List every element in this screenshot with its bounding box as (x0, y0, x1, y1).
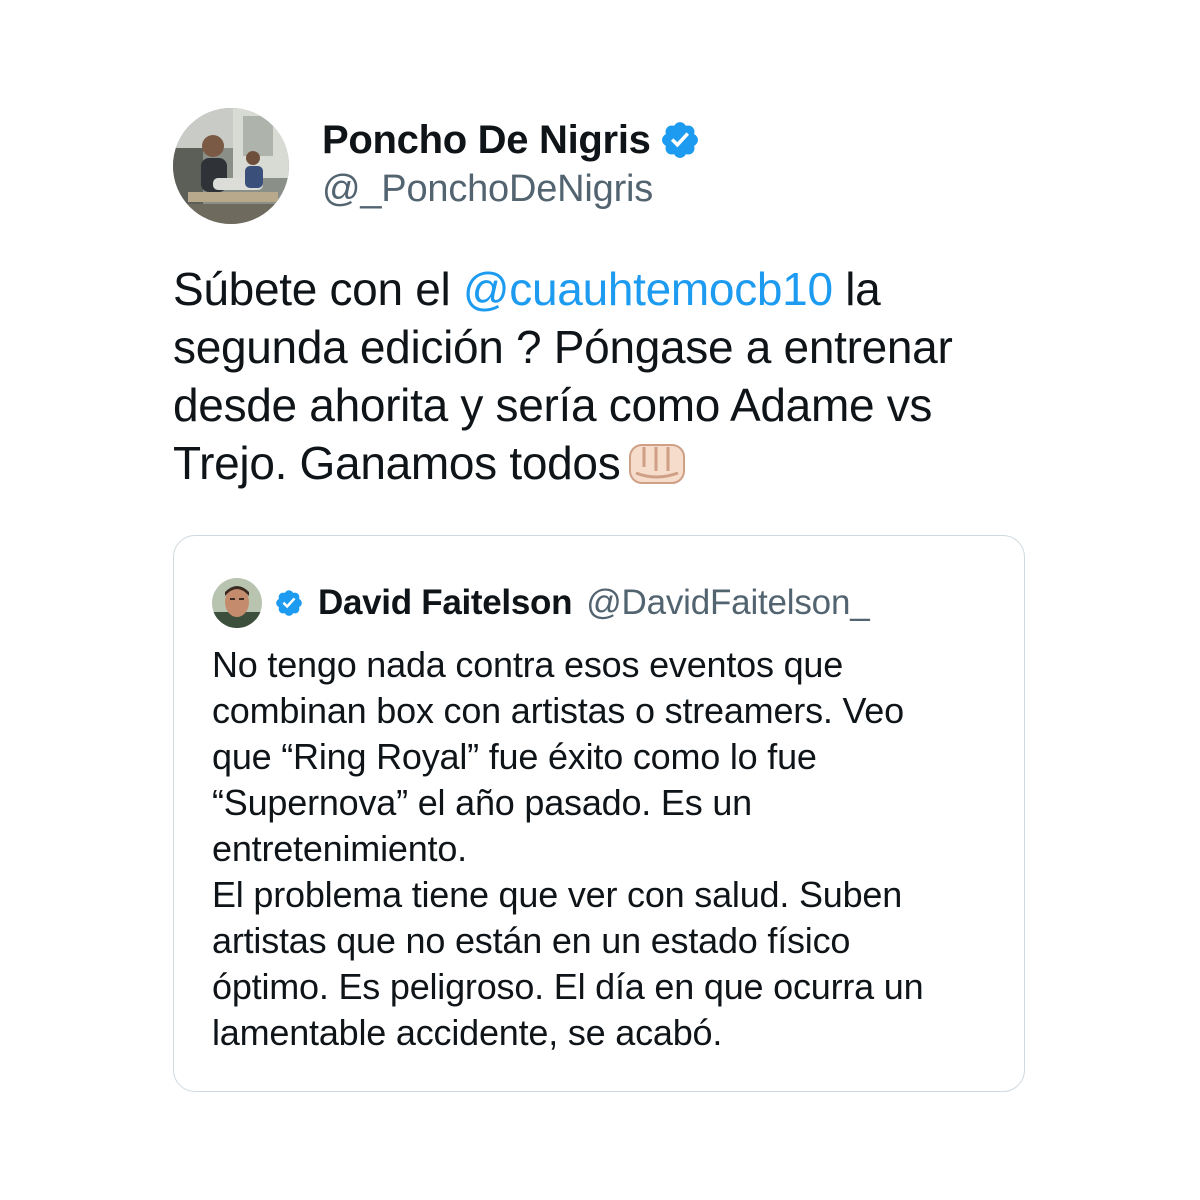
author-display-name[interactable]: Poncho De Nigris (322, 118, 651, 163)
quoted-text-line: “Supernova” el año pasado. Es un (212, 782, 752, 823)
quoted-tweet-text: No tengo nada contra esos eventos que co… (212, 642, 1002, 1056)
quoted-text-line: que “Ring Royal” fue éxito como lo fue (212, 736, 817, 777)
tweet-screenshot: Poncho De Nigris @_PonchoDeNigris Súbete… (0, 0, 1200, 1200)
tweet-text-segment: Trejo. Ganamos todos (173, 437, 621, 489)
verified-badge-icon (661, 122, 698, 158)
tweet-text-line: segunda edición ? Póngase a entrenar (173, 321, 953, 373)
quoted-tweet-card[interactable]: David Faitelson @DavidFaitelson_ No teng… (173, 535, 1025, 1092)
quoted-text-line: combinan box con artistas o streamers. V… (212, 690, 904, 731)
fist-bump-icon (629, 444, 686, 484)
quoted-text-line: El problema tiene que ver con salud. Sub… (212, 874, 903, 915)
tweet-text-line: Trejo. Ganamos todos (173, 434, 1073, 492)
tweet-text-line: Súbete con el @cuauhtemocb10 la (173, 260, 1073, 318)
mention-link[interactable]: @cuauhtemocb10 (463, 263, 833, 315)
verified-badge-icon (276, 590, 302, 616)
author-avatar[interactable] (173, 108, 289, 224)
quoted-text-line: entretenimiento. (212, 828, 467, 869)
quoted-text-line: óptimo. Es peligroso. El día en que ocur… (212, 966, 924, 1007)
profile-photo-icon (212, 578, 262, 628)
quoted-text-line: lamentable accidente, se acabó. (212, 1012, 723, 1053)
tweet-text: Súbete con el @cuauhtemocb10 la segunda … (173, 260, 1073, 492)
quoted-text-line: artistas que no están en un estado físic… (212, 920, 851, 961)
author-handle[interactable]: @_PonchoDeNigris (322, 168, 653, 211)
quoted-text-line: No tengo nada contra esos eventos que (212, 644, 844, 685)
tweet-text-line: desde ahorita y sería como Adame vs (173, 379, 933, 431)
quoted-tweet-header: David Faitelson @DavidFaitelson_ (212, 578, 870, 628)
quoted-author-display-name[interactable]: David Faitelson (318, 583, 572, 623)
author-name-row: Poncho De Nigris (322, 112, 701, 168)
tweet-text-segment: Súbete con el (173, 263, 463, 315)
tweet-text-segment: la (832, 263, 881, 315)
quoted-author-avatar[interactable] (212, 578, 262, 628)
profile-photo-icon (173, 108, 289, 224)
quoted-author-handle[interactable]: @DavidFaitelson_ (586, 583, 869, 623)
